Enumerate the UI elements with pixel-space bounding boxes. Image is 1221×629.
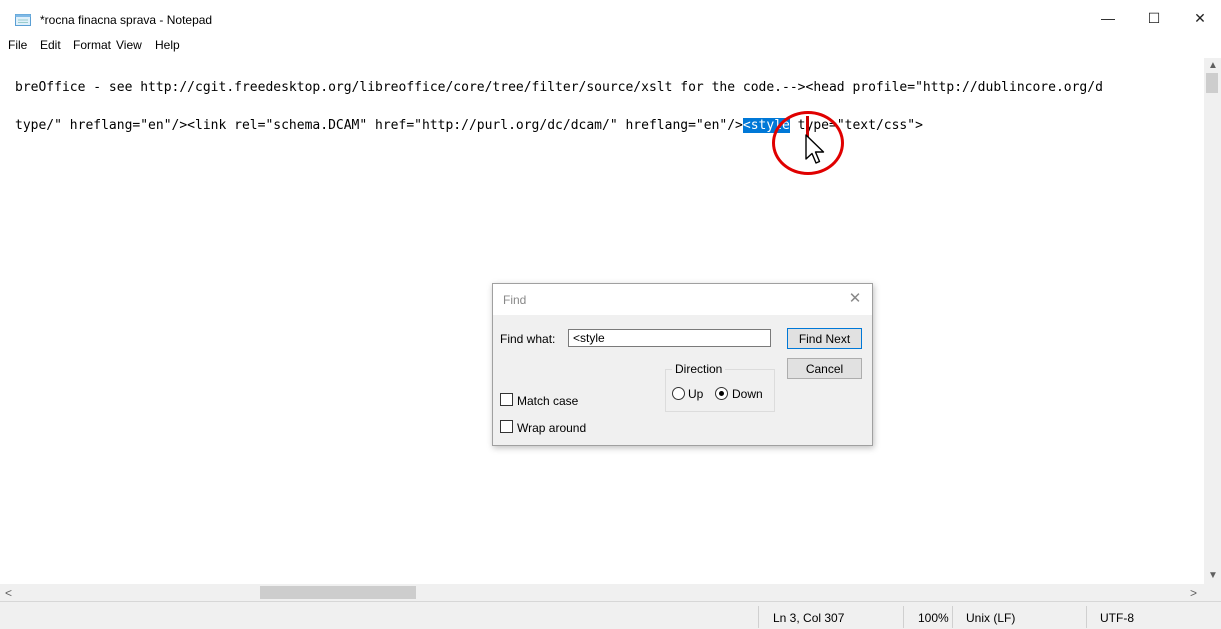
radio-selected-dot: [719, 391, 724, 396]
cancel-button[interactable]: Cancel: [787, 358, 862, 379]
wrap-around-checkbox[interactable]: [500, 420, 513, 433]
dialog-close-icon[interactable]: ✕: [842, 289, 868, 309]
horizontal-scroll-thumb[interactable]: [260, 586, 416, 599]
title-bar: *rocna finacna sprava - Notepad — ☐ ✕: [0, 0, 1221, 36]
menu-format[interactable]: Format: [73, 38, 111, 52]
status-position: Ln 3, Col 307: [773, 611, 845, 625]
status-divider: [1086, 606, 1087, 628]
match-case-label[interactable]: Match case: [517, 394, 578, 408]
status-zoom: 100%: [918, 611, 949, 625]
direction-down-radio[interactable]: [715, 387, 728, 400]
close-icon: ✕: [1194, 9, 1206, 26]
status-encoding: UTF-8: [1100, 611, 1134, 625]
menu-view[interactable]: View: [116, 38, 142, 52]
direction-up-label[interactable]: Up: [688, 387, 703, 401]
menu-help[interactable]: Help: [155, 38, 180, 52]
direction-label: Direction: [672, 362, 726, 376]
scroll-corner: [1204, 584, 1221, 601]
direction-down-label[interactable]: Down: [732, 387, 763, 401]
status-line-ending: Unix (LF): [966, 611, 1016, 625]
status-divider: [903, 606, 904, 628]
scroll-left-icon[interactable]: <: [5, 586, 12, 600]
find-what-label: Find what:: [500, 332, 556, 346]
status-divider: [758, 606, 759, 628]
horizontal-scrollbar[interactable]: [0, 584, 1204, 601]
direction-up-radio[interactable]: [672, 387, 685, 400]
status-bar: Ln 3, Col 307 100% Unix (LF) UTF-8: [0, 601, 1221, 629]
scroll-up-icon[interactable]: ▲: [1208, 60, 1218, 71]
dialog-title: Find: [503, 293, 527, 307]
dialog-title-bar: Find ✕: [493, 284, 872, 315]
wrap-around-label[interactable]: Wrap around: [517, 421, 586, 435]
menu-file[interactable]: File: [8, 38, 27, 52]
close-button[interactable]: ✕: [1177, 0, 1221, 36]
find-what-input[interactable]: [568, 329, 771, 347]
match-case-checkbox[interactable]: [500, 393, 513, 406]
scroll-right-icon[interactable]: >: [1190, 586, 1197, 600]
minimize-button[interactable]: —: [1085, 0, 1131, 36]
maximize-icon: ☐: [1147, 9, 1161, 26]
minimize-icon: —: [1101, 10, 1115, 26]
scroll-down-icon[interactable]: ▼: [1208, 570, 1218, 581]
vertical-scroll-thumb[interactable]: [1206, 73, 1218, 93]
find-next-button[interactable]: Find Next: [787, 328, 862, 349]
status-divider: [952, 606, 953, 628]
editor-line: breOffice - see http://cgit.freedesktop.…: [15, 80, 1103, 95]
notepad-icon: [15, 13, 31, 26]
vertical-scrollbar[interactable]: [1204, 58, 1221, 584]
mouse-pointer-icon: [805, 134, 825, 164]
menu-bar: File Edit Format View Help: [0, 38, 600, 56]
maximize-button[interactable]: ☐: [1131, 0, 1177, 36]
line-text: type/" hreflang="en"/><link rel="schema.…: [15, 118, 743, 133]
find-dialog: Find ✕ Find what: Find Next Cancel Direc…: [492, 283, 873, 446]
window-title: *rocna finacna sprava - Notepad: [40, 13, 213, 27]
menu-edit[interactable]: Edit: [40, 38, 61, 52]
